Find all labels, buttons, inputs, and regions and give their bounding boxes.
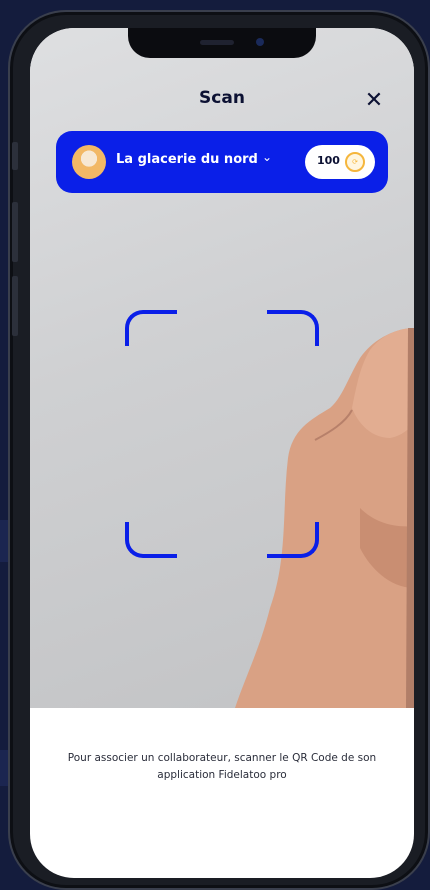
close-icon[interactable]: ✕	[362, 90, 386, 114]
hand-image	[235, 328, 414, 708]
coin-icon: ⟳	[345, 152, 365, 172]
phone-side-button	[12, 276, 18, 336]
page-title: Scan	[199, 88, 245, 108]
camera-viewfinder	[30, 28, 414, 708]
app-screen: Scan ✕ La glacerie du nord ⌄ 100 ⟳ Pour …	[30, 28, 414, 878]
scan-frame-corner-bottom-right	[267, 522, 319, 558]
speaker-grille	[200, 40, 234, 45]
store-name: La glacerie du nord	[116, 152, 258, 167]
scan-frame-corner-top-left	[125, 310, 177, 346]
scan-frame-corner-bottom-left	[125, 522, 177, 558]
scan-frame-corner-top-right	[267, 310, 319, 346]
points-badge: 100 ⟳	[305, 145, 375, 179]
phone-notch	[128, 28, 316, 58]
scan-instruction: Pour associer un collaborateur, scanner …	[67, 752, 377, 781]
store-avatar	[72, 145, 106, 179]
phone-side-button	[12, 142, 18, 170]
phone-side-button	[12, 202, 18, 262]
store-selector[interactable]: La glacerie du nord ⌄ 100 ⟳	[56, 131, 388, 193]
points-value: 100	[317, 154, 340, 167]
chevron-down-icon[interactable]: ⌄	[262, 150, 272, 164]
front-camera-lens	[256, 38, 264, 46]
